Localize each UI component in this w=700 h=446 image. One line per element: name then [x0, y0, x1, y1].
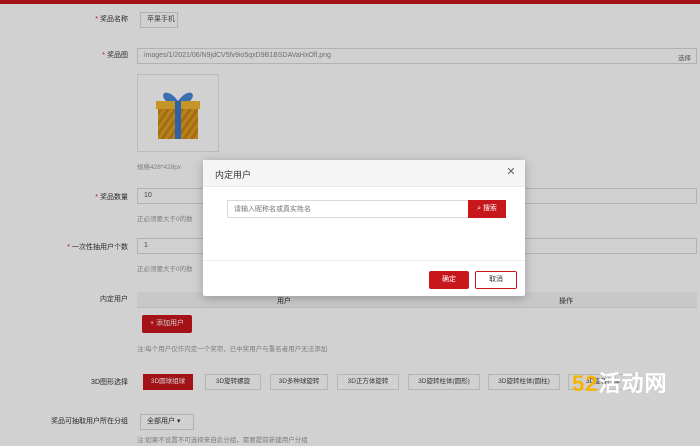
modal-header: 内定用户 ✕: [203, 160, 525, 187]
search-button[interactable]: ⌕ 搜索: [468, 200, 506, 218]
confirm-button[interactable]: 确定: [429, 271, 469, 289]
watermark-number: 52: [572, 371, 599, 396]
user-search-input[interactable]: [227, 200, 469, 218]
cancel-button[interactable]: 取消: [475, 271, 517, 289]
inner-user-modal: 内定用户 ✕ ⌕ 搜索 确定 取消: [203, 160, 525, 296]
modal-title: 内定用户: [215, 170, 252, 180]
watermark-text: 活动网: [598, 371, 668, 396]
search-icon: ⌕: [477, 205, 481, 212]
site-watermark: 52活动网: [572, 366, 668, 398]
close-icon[interactable]: ✕: [505, 166, 517, 178]
modal-footer: 确定 取消: [203, 260, 525, 296]
